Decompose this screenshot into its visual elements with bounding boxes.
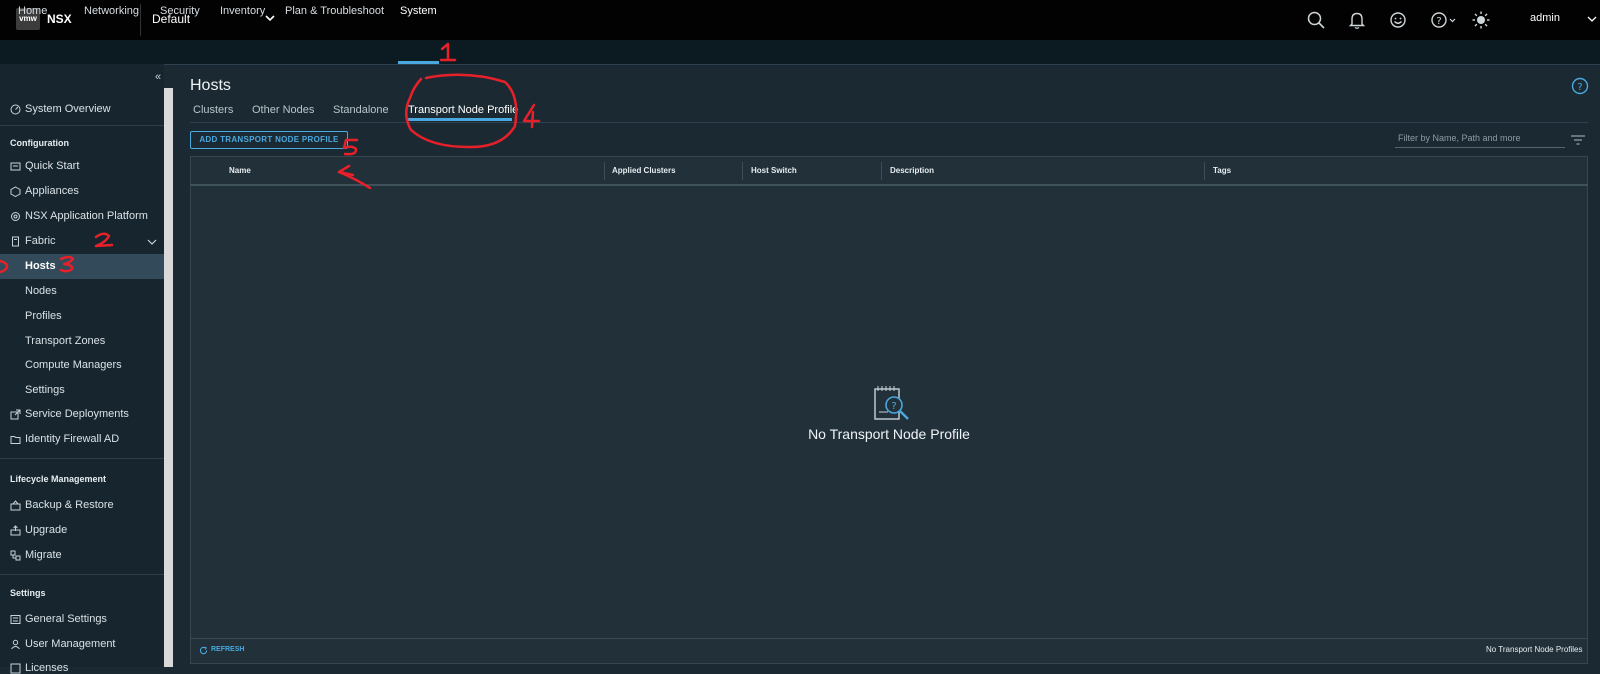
annotation-arrow-3 <box>0 259 9 274</box>
annotation-5 <box>342 138 359 156</box>
annotation-2 <box>94 232 114 248</box>
annotation-arrow-5 <box>337 164 372 190</box>
annotation-1 <box>439 42 457 62</box>
annotation-circle-4 <box>405 73 518 149</box>
annotation-3 <box>59 255 75 273</box>
annotation-4 <box>522 103 541 129</box>
red-annotation-layer <box>0 42 541 274</box>
